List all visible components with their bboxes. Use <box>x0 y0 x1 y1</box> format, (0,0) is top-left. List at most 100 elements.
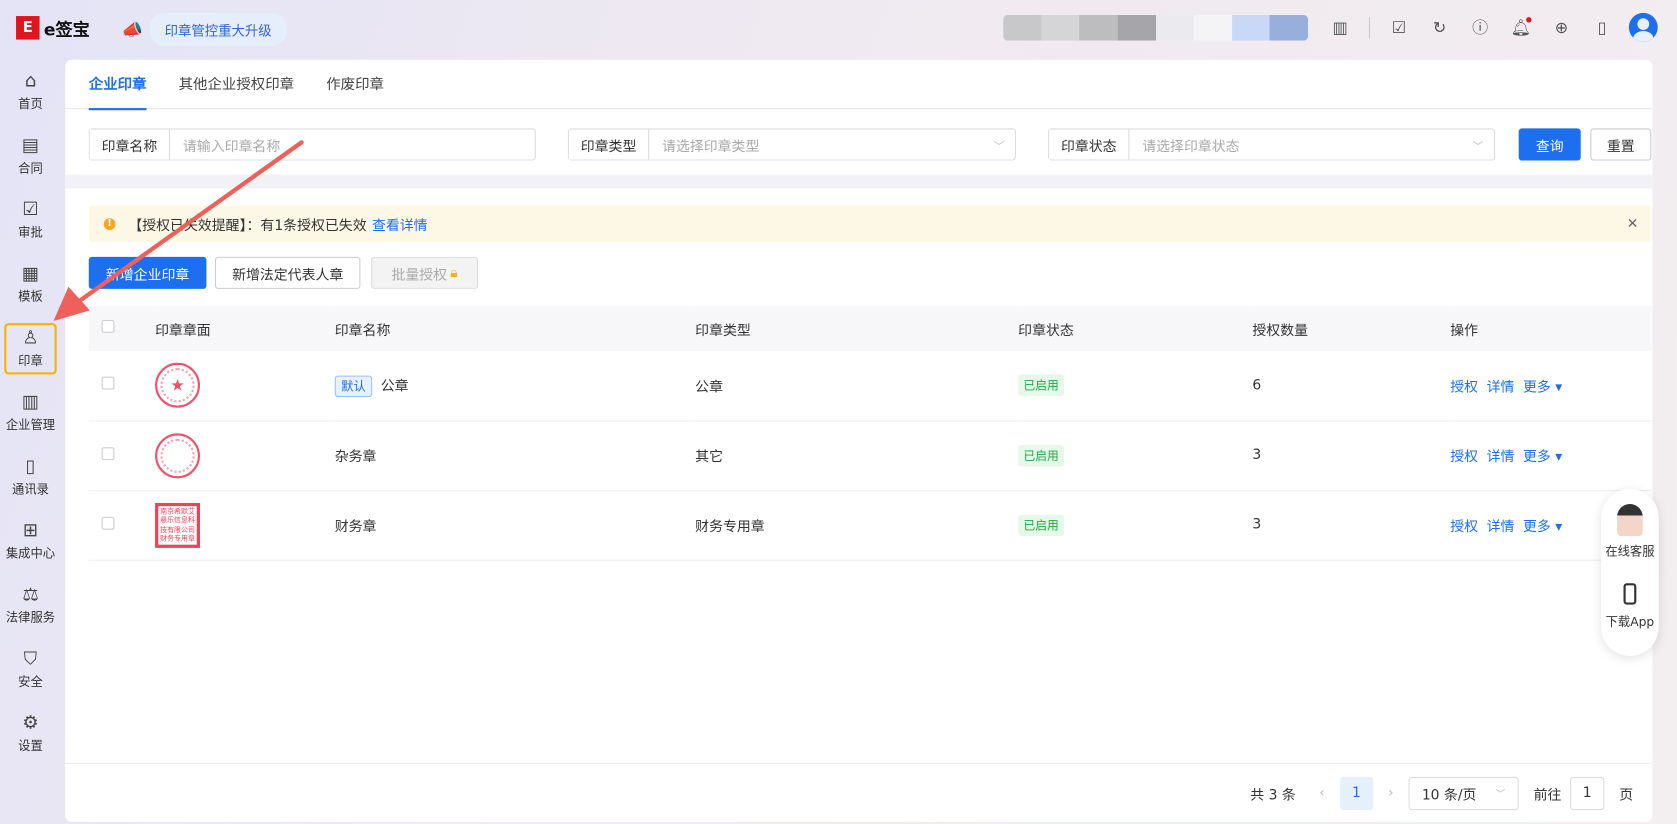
status-badge: 已启用 <box>1018 374 1065 397</box>
sidebar-item-template[interactable]: ▦ 模板 <box>0 253 61 317</box>
seal-icon: ♙ <box>22 327 39 349</box>
template-icon: ▦ <box>21 263 40 285</box>
more-dropdown[interactable]: 更多 ▾ <box>1523 380 1562 396</box>
globe-icon[interactable]: ⊕ <box>1548 13 1576 41</box>
mosaic-block <box>1155 14 1194 41</box>
select-all-checkbox[interactable] <box>101 319 115 333</box>
col-seal-name: 印章名称 <box>334 306 696 351</box>
more-dropdown[interactable]: 更多 ▾ <box>1523 449 1562 465</box>
table-row: ★ 默认 公章 公章 已启用 6 授权 详情 更多 ▾ <box>88 350 1652 422</box>
phone-icon[interactable] <box>1623 583 1637 605</box>
bell-icon[interactable]: 🔔︎ <box>1507 13 1535 41</box>
auth-count: 6 <box>1252 350 1451 422</box>
tab-void-seals[interactable]: 作废印章 <box>326 60 384 109</box>
sidebar-item-label: 企业管理 <box>5 417 56 433</box>
sidebar-item-label: 设置 <box>18 738 43 754</box>
mosaic-block <box>1041 14 1080 41</box>
sidebar-item-shield[interactable]: ⛉ 安全 <box>0 638 61 702</box>
sidebar-item-gear[interactable]: ⚙ 设置 <box>0 702 61 766</box>
download-app-button[interactable]: 下载App <box>1606 613 1655 630</box>
chevron-down-icon: ﹀ <box>1495 789 1506 800</box>
seal-name-input[interactable]: 印章名称 请输入印章名称 <box>88 128 536 161</box>
avatar[interactable] <box>1628 12 1658 42</box>
device-icon[interactable]: ▯ <box>1588 13 1616 41</box>
row-checkbox[interactable] <box>101 516 115 530</box>
mosaic-block <box>1117 14 1156 41</box>
mosaic-block <box>1269 14 1308 41</box>
seal-type: 公章 <box>695 350 1019 422</box>
batch-authorize-button[interactable]: 批量授权 🔒︎ <box>371 256 479 289</box>
top-bar: Ee签宝 📣 印章管控重大升级 ▥ ☑ ↻ ⓘ 🔔︎ ⊕ ▯ <box>0 0 1677 54</box>
authorize-link[interactable]: 授权 <box>1450 449 1478 465</box>
todo-check-icon[interactable]: ☑ <box>1385 13 1413 41</box>
query-button[interactable]: 查询 <box>1518 128 1581 161</box>
sidebar-item-legal[interactable]: ⚖ 法律服务 <box>0 574 61 638</box>
seal-type-select[interactable]: 印章类型 请选择印章类型 ﹀ <box>567 128 1017 161</box>
contacts-icon: ▯ <box>25 455 36 478</box>
sidebar-item-seal[interactable]: ♙ 印章 <box>4 323 57 375</box>
authorize-link[interactable]: 授权 <box>1450 519 1478 535</box>
col-seal-type: 印章类型 <box>695 306 1019 351</box>
add-legal-rep-seal-button[interactable]: 新增法定代表人章 <box>214 256 361 289</box>
sidebar-item-contract[interactable]: ▤ 合同 <box>0 124 61 188</box>
help-icon[interactable]: ⓘ <box>1466 13 1494 41</box>
sidebar: ⌂ 首页 ▤ 合同 ☑ 审批 ▦ 模板 ♙ 印章 ▥ 企业管理 ▯ 通讯录 ⊞ 集成中心 ⚖ 法律服务 ⛉ 安全 ⚙ 设置 <box>0 60 61 766</box>
brand-logo[interactable]: Ee签宝 <box>16 15 90 41</box>
tab-enterprise-seals[interactable]: 企业印章 <box>88 60 147 110</box>
reset-button[interactable]: 重置 <box>1590 128 1652 161</box>
integration-icon: ⊞ <box>22 520 39 542</box>
promo-pill[interactable]: 印章管控重大升级 <box>149 12 287 47</box>
status-badge: 已启用 <box>1018 444 1065 467</box>
row-checkbox[interactable] <box>101 446 115 460</box>
round-seal-image: ★ <box>155 363 200 408</box>
details-link[interactable]: 详情 <box>1487 519 1515 535</box>
next-page-icon[interactable]: › <box>1388 785 1394 801</box>
tab-authorized-seals[interactable]: 其他企业授权印章 <box>179 60 295 109</box>
sidebar-item-label: 首页 <box>18 96 43 112</box>
online-service-button[interactable]: 在线客服 <box>1605 543 1654 560</box>
goto-page-input[interactable]: 1 <box>1570 776 1605 810</box>
close-icon[interactable]: ✕ <box>1627 216 1639 232</box>
legal-icon: ⚖ <box>22 584 39 606</box>
pagination: 共 3 条 ‹ 1 › 10 条/页 ﹀ 前往 1 页 <box>65 762 1653 822</box>
divider <box>1368 16 1371 38</box>
details-link[interactable]: 详情 <box>1487 449 1515 465</box>
more-dropdown[interactable]: 更多 ▾ <box>1523 519 1562 535</box>
finance-seal-image: 南京希默艾悬乐信息科技有限公司财务专用章 <box>155 502 200 548</box>
gear-icon: ⚙ <box>22 712 39 735</box>
sidebar-item-label: 通讯录 <box>12 481 49 497</box>
view-details-link[interactable]: 查看详情 <box>372 213 428 234</box>
seal-name: 杂务章 <box>334 449 377 466</box>
redacted-account-name <box>1003 14 1308 41</box>
mosaic-block <box>1003 14 1042 41</box>
add-enterprise-seal-button[interactable]: 新增企业印章 <box>88 256 207 289</box>
chevron-down-icon: ﹀ <box>1472 140 1484 153</box>
history-icon[interactable]: ↻ <box>1426 13 1454 41</box>
seal-status-select[interactable]: 印章状态 请选择印章状态 ﹀ <box>1048 128 1496 161</box>
sidebar-item-home[interactable]: ⌂ 首页 <box>0 60 61 124</box>
auth-count: 3 <box>1252 420 1451 491</box>
seal-type: 其它 <box>695 420 1019 491</box>
promo-banner[interactable]: 📣 印章管控重大升级 <box>121 12 287 47</box>
sidebar-item-integration[interactable]: ⊞ 集成中心 <box>0 509 61 573</box>
sidebar-item-approval[interactable]: ☑ 审批 <box>0 188 61 252</box>
page-size-select[interactable]: 10 条/页 ﹀ <box>1408 776 1519 810</box>
details-link[interactable]: 详情 <box>1487 380 1515 396</box>
contract-icon: ▤ <box>21 134 40 157</box>
sidebar-item-enterprise[interactable]: ▥ 企业管理 <box>0 381 61 445</box>
building-icon[interactable]: ▥ <box>1326 13 1354 41</box>
auth-count: 3 <box>1252 490 1451 561</box>
sidebar-item-contacts[interactable]: ▯ 通讯录 <box>0 445 61 509</box>
page-unit: 页 <box>1619 787 1634 804</box>
lock-icon: 🔒︎ <box>450 264 458 281</box>
service-agent-avatar[interactable] <box>1617 504 1643 537</box>
table-row: 南京希默艾悬乐信息科技有限公司财务专用章 财务章 财务专用章 已启用 3 授权详… <box>88 490 1652 561</box>
page-1-button[interactable]: 1 <box>1339 776 1373 810</box>
authorize-link[interactable]: 授权 <box>1450 380 1478 396</box>
goto-label: 前往 <box>1533 787 1562 804</box>
prev-page-icon[interactable]: ‹ <box>1319 785 1325 801</box>
megaphone-icon: 📣 <box>121 19 144 40</box>
shield-icon: ⛉ <box>23 648 38 670</box>
mosaic-block <box>1193 14 1232 41</box>
row-checkbox[interactable] <box>101 376 115 390</box>
